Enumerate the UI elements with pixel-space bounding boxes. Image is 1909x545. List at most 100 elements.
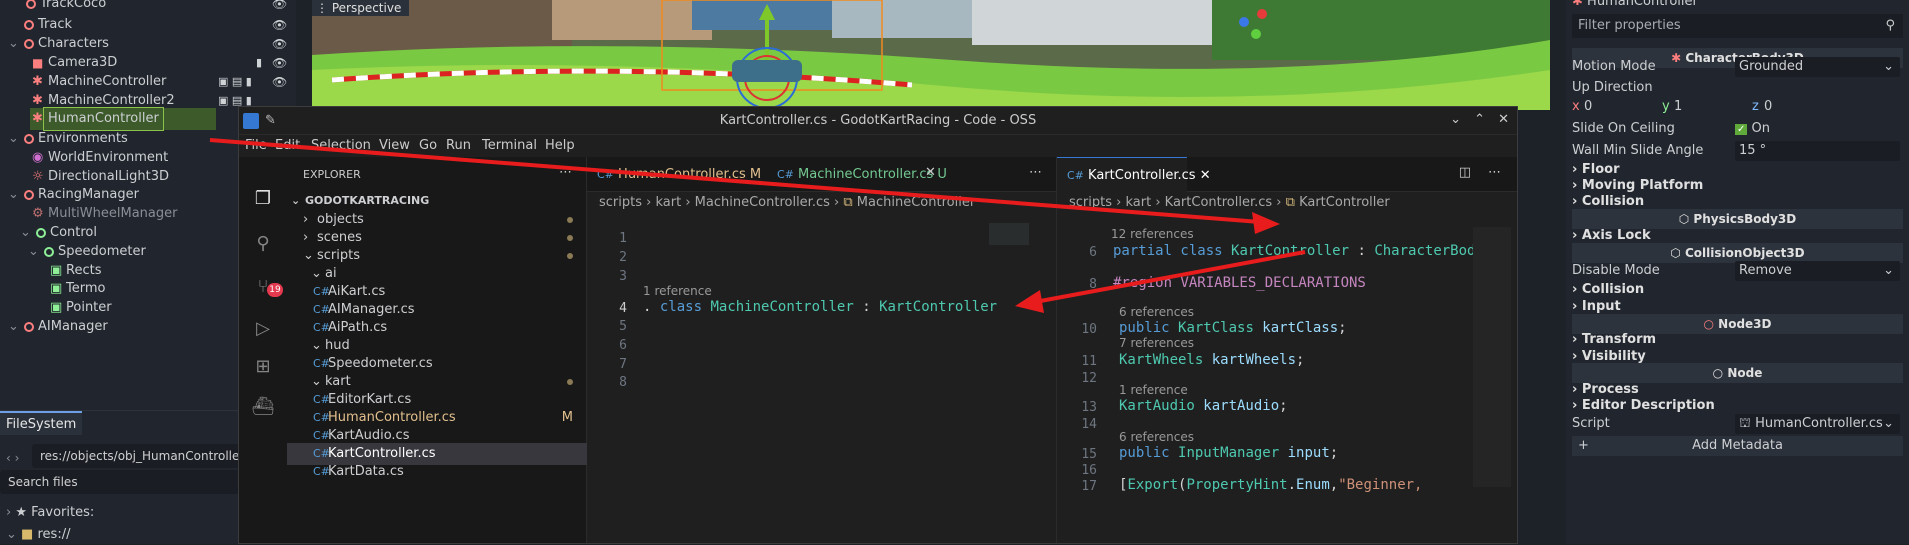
- extensions-icon[interactable]: ⊞: [251, 355, 275, 379]
- control-icon: [36, 228, 46, 238]
- code-line[interactable]: KartWheels kartWheels;: [1119, 352, 1304, 368]
- tree-item-humancontroller[interactable]: ✱ HumanController: [30, 107, 216, 131]
- y-value[interactable]: 1: [1674, 97, 1682, 117]
- more-actions-icon[interactable]: ⋯: [1029, 165, 1042, 180]
- tab-machinecontroller[interactable]: C# MachineController.cs U: [767, 157, 947, 192]
- filter-properties-input[interactable]: Filter properties ⚲: [1572, 14, 1903, 38]
- code-line[interactable]: public KartClass kartClass;: [1119, 320, 1347, 336]
- menu-file[interactable]: File: [245, 138, 267, 153]
- breadcrumb-item[interactable]: kart: [655, 195, 681, 210]
- plus-icon: +: [1578, 438, 1589, 453]
- disable-mode-dropdown[interactable]: Remove ⌄: [1735, 261, 1900, 281]
- eye-icon[interactable]: 👁: [272, 38, 287, 50]
- path-field[interactable]: res://objects/obj_HumanController.: [32, 444, 240, 468]
- breadcrumb-item[interactable]: scripts: [599, 195, 642, 210]
- code-line[interactable]: partial class KartController : Character…: [1113, 243, 1501, 259]
- slide-on-ceiling-checkbox[interactable]: ✓ On: [1735, 119, 1770, 140]
- section-label: Node3D: [1718, 317, 1772, 331]
- menu-selection[interactable]: Selection: [311, 138, 371, 153]
- class-symbol-icon: ⧉: [843, 195, 853, 210]
- close-icon[interactable]: ✕: [1200, 168, 1211, 183]
- group-label: Process: [1581, 382, 1639, 397]
- codelens-references[interactable]: 7 references: [1119, 336, 1194, 350]
- eye-icon[interactable]: 👁: [272, 19, 287, 31]
- node3d-icon: [24, 134, 34, 144]
- minimap[interactable]: [989, 223, 1029, 245]
- minimap[interactable]: [1473, 227, 1511, 487]
- code-line[interactable]: KartAudio kartAudio;: [1119, 398, 1288, 414]
- line-number: 12: [1081, 371, 1097, 386]
- group-label: Visibility: [1581, 349, 1646, 364]
- perspective-menu[interactable]: ⋮ Perspective: [312, 0, 410, 16]
- editor-tabs: C# HumanController.cs M C# MachineContro…: [587, 157, 1056, 192]
- tab-humancontroller[interactable]: C# HumanController.cs M: [587, 157, 767, 192]
- editor-group-right[interactable]: C# KartController.cs ✕ ◫ ⋯ scripts › kar…: [1057, 157, 1517, 543]
- breadcrumb-item[interactable]: kart: [1125, 195, 1151, 210]
- menu-run[interactable]: Run: [446, 138, 471, 153]
- 3d-viewport[interactable]: ⋮ Perspective: [312, 0, 1550, 110]
- file-kartdata[interactable]: C# KartData.cs: [287, 461, 587, 483]
- breadcrumb-item[interactable]: MachineController.cs: [695, 195, 830, 210]
- vscode-window[interactable]: ✎ KartController.cs - GodotKartRacing - …: [238, 106, 1518, 544]
- line-number: 11: [1081, 354, 1097, 369]
- collapse-arrow-icon[interactable]: ⌄: [8, 316, 19, 338]
- explorer-icon[interactable]: ❐: [251, 187, 275, 211]
- breadcrumb-item[interactable]: KartController: [1299, 195, 1390, 210]
- close-icon[interactable]: ✕: [925, 165, 936, 180]
- menu-terminal[interactable]: Terminal: [482, 138, 537, 153]
- codelens-references[interactable]: 6 references: [1119, 305, 1194, 319]
- split-editor-icon[interactable]: ◫: [1459, 165, 1471, 180]
- menu-help[interactable]: Help: [545, 138, 575, 153]
- tree-item-trackcoco[interactable]: TrackCoco 👁: [0, 0, 296, 15]
- tab-label: HumanController.cs: [618, 167, 746, 182]
- motion-mode-dropdown[interactable]: Grounded ⌄: [1735, 57, 1900, 77]
- editor-group-left[interactable]: C# HumanController.cs M C# MachineContro…: [587, 157, 1057, 543]
- z-value[interactable]: 0: [1764, 97, 1772, 117]
- search-files-input[interactable]: Search files: [0, 470, 240, 494]
- breadcrumb-item[interactable]: MachineController: [857, 195, 975, 210]
- breadcrumb-item[interactable]: KartController.cs: [1165, 195, 1273, 210]
- filesystem-panel[interactable]: FileSystem ‹ › res://objects/obj_HumanCo…: [0, 410, 240, 544]
- slider-value: 15 °: [1739, 143, 1767, 158]
- vscode-titlebar[interactable]: ✎ KartController.cs - GodotKartRacing - …: [239, 107, 1517, 135]
- docker-icon[interactable]: ⛴: [251, 395, 275, 419]
- close-icon[interactable]: ✕: [1498, 112, 1509, 127]
- more-actions-icon[interactable]: ⋯: [1488, 165, 1501, 180]
- code-line[interactable]: public InputManager input;: [1119, 445, 1338, 461]
- code-line[interactable]: #region VARIABLES_DECLARATIONS: [1113, 275, 1366, 291]
- script-resource-picker[interactable]: ⛫ HumanController.cs ⌄: [1735, 414, 1900, 434]
- favorites-item[interactable]: › ★ Favorites:: [6, 503, 94, 523]
- minimize-icon[interactable]: ⌄: [1450, 112, 1461, 127]
- res-root-item[interactable]: ⌄ ■ res://: [6, 525, 70, 545]
- group-editor-description[interactable]: › Editor Description: [1572, 396, 1903, 416]
- line-number: 8: [1089, 277, 1097, 292]
- codelens-references[interactable]: 12 references: [1111, 227, 1194, 241]
- tab-kartcontroller[interactable]: C# KartController.cs ✕: [1057, 157, 1211, 192]
- code-line[interactable]: [Export(PropertyHint.Enum,"Beginner, Tur…: [1119, 477, 1419, 493]
- menu-go[interactable]: Go: [419, 138, 437, 153]
- more-actions-icon[interactable]: ⋯: [559, 165, 572, 180]
- eye-icon[interactable]: 👁: [272, 57, 287, 69]
- eye-icon[interactable]: 👁: [272, 0, 287, 10]
- breadcrumb-item[interactable]: scripts: [1069, 195, 1112, 210]
- codelens-references[interactable]: 1 reference: [643, 284, 712, 298]
- maximize-icon[interactable]: ⌃: [1474, 112, 1485, 127]
- codelens-references[interactable]: 6 references: [1119, 430, 1194, 444]
- wall-min-slide-slider[interactable]: 15 °: [1735, 141, 1900, 161]
- code-line[interactable]: . class MachineController : KartControll…: [643, 299, 997, 315]
- inspector-panel[interactable]: ✱ HumanController Filter properties ⚲ ✱ …: [1566, 0, 1909, 544]
- x-value[interactable]: 0: [1584, 97, 1592, 117]
- menu-view[interactable]: View: [379, 138, 410, 153]
- run-debug-icon[interactable]: ▷: [251, 317, 275, 341]
- back-arrow-icon[interactable]: ‹ ›: [6, 451, 19, 465]
- menu-edit[interactable]: Edit: [275, 138, 300, 153]
- tab-filesystem[interactable]: FileSystem: [0, 411, 83, 435]
- add-metadata-button[interactable]: + Add Metadata: [1572, 436, 1903, 456]
- code-keyword: class: [659, 299, 703, 315]
- eye-icon[interactable]: 👁: [272, 76, 287, 88]
- codelens-references[interactable]: 1 reference: [1119, 383, 1188, 397]
- inspected-node[interactable]: ✱ HumanController: [1572, 0, 1903, 12]
- search-icon[interactable]: ⚲: [251, 232, 275, 256]
- line-number: 6: [1089, 245, 1097, 260]
- explorer-sidebar[interactable]: EXPLORER ⋯ ⌄ GODOTKARTRACING › objects › s…: [287, 157, 587, 543]
